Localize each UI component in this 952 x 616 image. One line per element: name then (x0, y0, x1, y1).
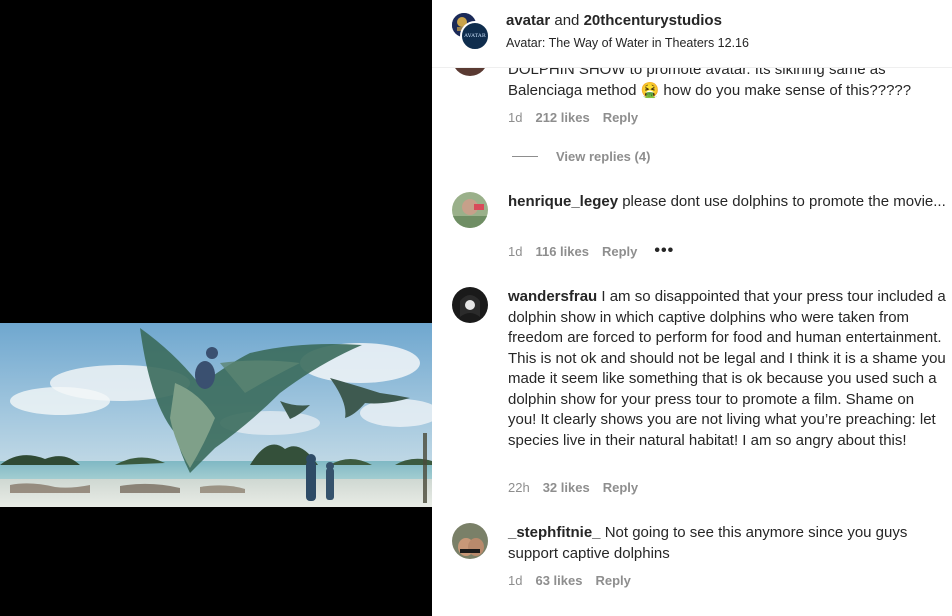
avatar-photo (452, 523, 488, 559)
commenter-avatar[interactable] (452, 523, 488, 559)
avatar-photo (452, 192, 488, 228)
comment-time: 1d (508, 110, 523, 125)
comment-meta: 1d 212 likes Reply (508, 110, 651, 125)
comment-username[interactable]: henrique_legey (508, 193, 618, 210)
author-link-20thcenturystudios[interactable]: 20thcenturystudios (584, 12, 722, 29)
comment-likes[interactable]: 32 likes (543, 480, 590, 495)
author-link-avatar[interactable]: avatar (506, 12, 550, 29)
post-authors: avatar and 20thcenturystudios (506, 12, 722, 29)
post-header: AVATAR avatar and 20thcenturystudios Ava… (432, 0, 952, 68)
view-replies-button[interactable]: View replies (4) (512, 149, 650, 164)
authors-joiner: and (550, 12, 584, 29)
view-replies-label: View replies (4) (556, 149, 651, 164)
reply-button[interactable]: Reply (595, 573, 630, 588)
media-panel (0, 0, 432, 616)
comment-content: please dont use dolphins to promote the … (622, 193, 946, 210)
post-subtitle: Avatar: The Way of Water in Theaters 12.… (506, 36, 749, 50)
comment-username[interactable]: _stephfitnie_ (508, 524, 601, 541)
comment-meta: 1d 116 likes Reply ••• (508, 242, 687, 260)
more-options-icon[interactable]: ••• (654, 242, 674, 260)
avatar-brand-avatar[interactable]: AVATAR (460, 21, 490, 51)
comment-time: 1d (508, 573, 523, 588)
reply-button[interactable]: Reply (603, 110, 638, 125)
reply-button[interactable]: Reply (603, 480, 638, 495)
comment-content: I am so disappointed that your press tou… (508, 288, 946, 449)
comment-username[interactable]: wandersfrau (508, 288, 597, 305)
comments-panel: AVATAR avatar and 20thcenturystudios Ava… (432, 0, 952, 616)
movie-still-image (0, 323, 432, 507)
commenter-avatar[interactable] (452, 192, 488, 228)
comment-meta: 1d 63 likes Reply (508, 573, 644, 588)
comment-likes[interactable]: 116 likes (535, 244, 589, 259)
comment-likes[interactable]: 212 likes (535, 110, 589, 125)
comment-text: wandersfrau I am so disappointed that yo… (508, 287, 946, 451)
post-video[interactable] (0, 323, 432, 507)
comment-time: 22h (508, 480, 530, 495)
comment-meta: 22h 32 likes Reply (508, 480, 651, 495)
comment-time: 1d (508, 243, 523, 259)
reply-button[interactable]: Reply (602, 244, 637, 259)
replies-divider-line (512, 156, 538, 157)
comment-text: _stephfitnie_ Not going to see this anym… (508, 523, 946, 564)
comment-text-line: Balenciaga method 🤮 how do you make sens… (508, 81, 912, 99)
comment-text: henrique_legey please dont use dolphins … (508, 192, 946, 213)
avatar-photo (452, 287, 488, 323)
comment-likes[interactable]: 63 likes (535, 573, 582, 588)
commenter-avatar[interactable] (452, 287, 488, 323)
avatar-logo-text: AVATAR (464, 33, 486, 39)
collab-avatars[interactable]: AVATAR (450, 11, 490, 51)
